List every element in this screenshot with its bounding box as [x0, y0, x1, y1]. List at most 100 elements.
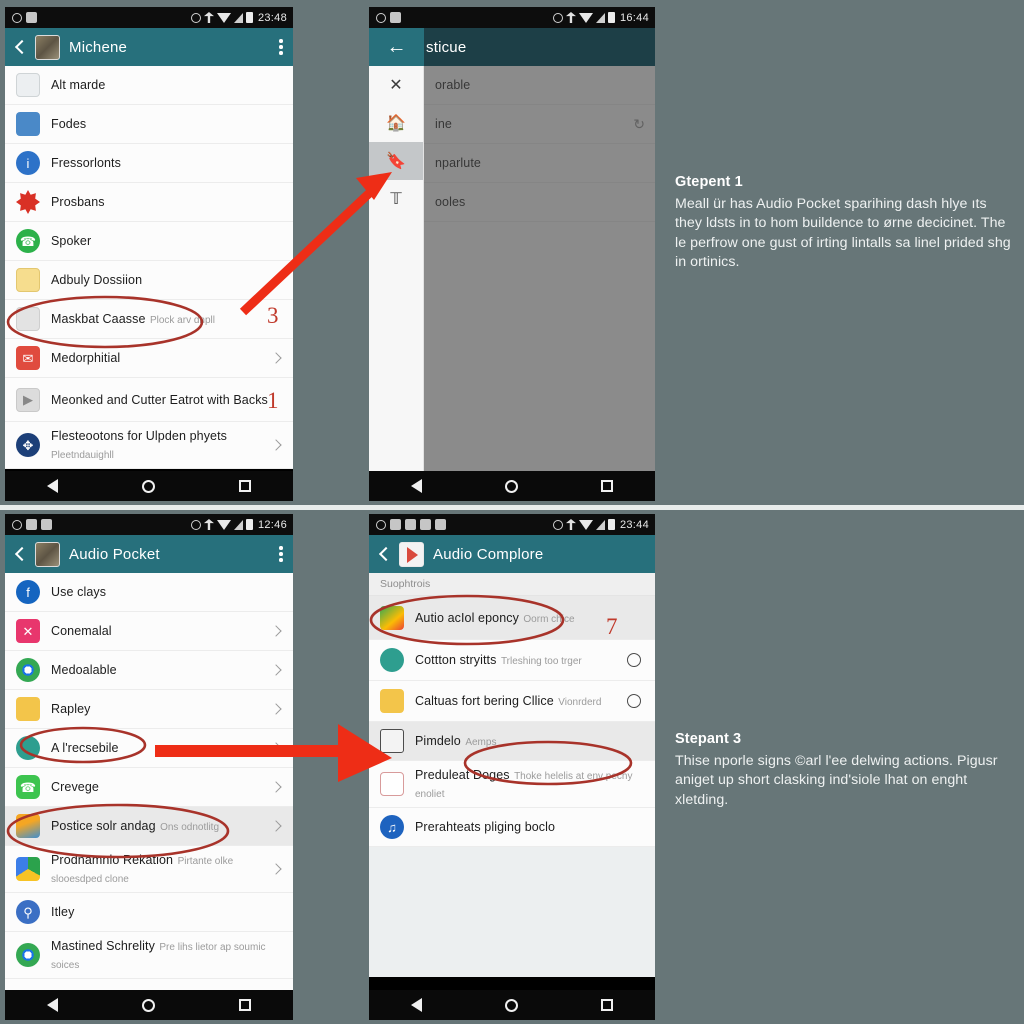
nav-home-icon[interactable]: [142, 479, 155, 493]
app-toolbar: Audio Pocket: [5, 535, 293, 573]
app-icon: [35, 34, 60, 60]
list-item[interactable]: Adbuly Dossiion: [5, 261, 293, 300]
wifi-icon: [216, 12, 231, 23]
list-item[interactable]: ♫ Prerahteats pliging boclo: [369, 808, 655, 847]
list-item[interactable]: ✉ Medorphitial: [5, 339, 293, 378]
wifi-icon: [216, 519, 231, 530]
list-item[interactable]: Mastined Schrelity Pre lihs lietor ap so…: [5, 932, 293, 979]
status-left-icons: [376, 12, 401, 23]
list-item[interactable]: ▶ Meonked and Cutter Eatrot with Backs: [5, 378, 293, 422]
list-item-title: Medoalable: [51, 663, 117, 677]
list-item-postice-solr-andag[interactable]: Postice solr andag Ons odnotlitg: [5, 807, 293, 846]
chevron-right-icon: [270, 703, 282, 715]
nav-recents-icon[interactable]: [239, 480, 251, 492]
radio-button[interactable]: [627, 653, 641, 667]
list-item-maskbat-caasse[interactable]: Maskbat Caasse Plock arv dnpll: [5, 300, 293, 339]
info-icon: i: [16, 151, 40, 175]
list-item-title: Caltuas fort bering Cllice: [415, 694, 554, 708]
list-item[interactable]: ✥ Flesteootons for Ulpden phyets Pleetnd…: [5, 422, 293, 469]
list-item[interactable]: ☎ Crevege: [5, 768, 293, 807]
notes-icon: [16, 697, 40, 721]
list-item[interactable]: ☎ Spoker: [5, 222, 293, 261]
list-item-subtitle: Ons odnotlitg: [160, 822, 220, 833]
nav-home-icon[interactable]: [504, 479, 518, 493]
list-item-pimdelo[interactable]: Pimdelo Aemps: [369, 722, 655, 761]
signal-icon: [233, 12, 243, 23]
list-item-title: Pimdelo: [415, 734, 461, 748]
signal-icon: [595, 12, 605, 23]
note-step-3: Stepant 3 Thise nporle signs ©arl l'ee d…: [675, 731, 1015, 810]
globe-icon: ♫: [380, 815, 404, 839]
calendar-icon: [16, 73, 40, 97]
location-icon: [190, 12, 201, 23]
top-row: 23:48 Michene Alt marde Fodes i Fressorl…: [0, 0, 1024, 505]
list-item[interactable]: Preduleat Doges Thoke helelis at env pec…: [369, 761, 655, 808]
nfc-icon: [565, 519, 576, 530]
screenshot-icon: [420, 519, 431, 530]
list-item-accessibility[interactable]: A l'recsebile: [5, 729, 293, 768]
list-item[interactable]: Prosbans: [5, 183, 293, 222]
chevron-right-icon: [270, 781, 282, 793]
list-item[interactable]: Prodnamnlo Rekation Pirtante olke slooes…: [5, 846, 293, 893]
list-item-title: Postice solr andag: [51, 819, 156, 833]
more-options-icon[interactable]: [279, 38, 283, 56]
nav-back-icon[interactable]: [410, 998, 422, 1012]
list-item[interactable]: ⚲ Itley: [5, 893, 293, 932]
more-options-icon[interactable]: [279, 545, 283, 563]
back-icon[interactable]: [376, 547, 390, 561]
chevron-right-icon: [270, 863, 282, 875]
status-clock: 23:48: [257, 11, 287, 24]
list-item[interactable]: ✕ Conemalal: [5, 612, 293, 651]
status-bar: 16:44: [369, 7, 655, 28]
drawer-back-button[interactable]: ←: [369, 28, 424, 66]
alarm-icon: [376, 12, 386, 23]
nav-back-icon[interactable]: [410, 479, 422, 493]
list-item-title: A l'recsebile: [51, 741, 119, 755]
status-clock: 23:44: [619, 518, 649, 531]
nav-back-icon[interactable]: [47, 998, 58, 1012]
text-icon[interactable]: 𝕋: [369, 180, 423, 218]
chevron-right-icon: [270, 439, 282, 451]
nav-home-icon[interactable]: [504, 998, 518, 1012]
page-title: sticue: [426, 38, 467, 56]
top-left-phone: 23:48 Michene Alt marde Fodes i Fressorl…: [5, 7, 293, 501]
back-icon[interactable]: [12, 547, 26, 561]
list-item[interactable]: Medoalable: [5, 651, 293, 690]
list-item[interactable]: Caltuas fort bering Cllice Vionrderd: [369, 681, 655, 722]
folder-icon: [380, 729, 404, 753]
nav-back-icon[interactable]: [47, 479, 58, 493]
navigation-drawer-rail: ✕ 🏠 🔖 𝕋: [369, 66, 424, 491]
list-item-title: Meonked and Cutter Eatrot with Backs: [51, 392, 268, 407]
list-item-title: Rapley: [51, 702, 91, 716]
chevron-right-icon: [270, 352, 282, 364]
nav-recents-icon[interactable]: [239, 999, 251, 1011]
location-icon: [552, 12, 563, 23]
list-item-subtitle: Aemps: [465, 737, 497, 748]
list-item[interactable]: f Use clays: [5, 573, 293, 612]
page-title: Michene: [69, 38, 128, 56]
radio-button[interactable]: [627, 694, 641, 708]
nav-recents-icon[interactable]: [601, 480, 614, 492]
list-item[interactable]: Alt marde: [5, 66, 293, 105]
signal-icon: [595, 519, 605, 530]
signal-icon: [233, 519, 243, 530]
list-item[interactable]: i Fressorlonts: [5, 144, 293, 183]
home-icon[interactable]: 🏠: [369, 104, 423, 142]
list-item-title: Prerahteats pliging boclo: [415, 820, 556, 834]
back-icon[interactable]: [12, 40, 26, 54]
android-navbar: [369, 471, 655, 501]
list-empty-area: [369, 847, 655, 977]
list-item[interactable]: Rapley: [5, 690, 293, 729]
nav-recents-icon[interactable]: [601, 999, 614, 1011]
status-bar: 12:46: [5, 514, 293, 535]
list-item[interactable]: Fodes: [5, 105, 293, 144]
media-icon: [16, 307, 40, 331]
app-icon: [399, 541, 424, 567]
list-item[interactable]: Cottton stryitts Trleshing too trger: [369, 640, 655, 681]
bookmark-icon[interactable]: 🔖: [369, 142, 423, 180]
alarm-icon: [12, 12, 22, 23]
nav-home-icon[interactable]: [142, 998, 155, 1012]
close-icon[interactable]: ✕: [369, 66, 423, 104]
note-step-1: Gtepent 1 Meall ür has Audio Pocket spar…: [675, 174, 1015, 272]
screenshot-icon: [41, 519, 52, 530]
